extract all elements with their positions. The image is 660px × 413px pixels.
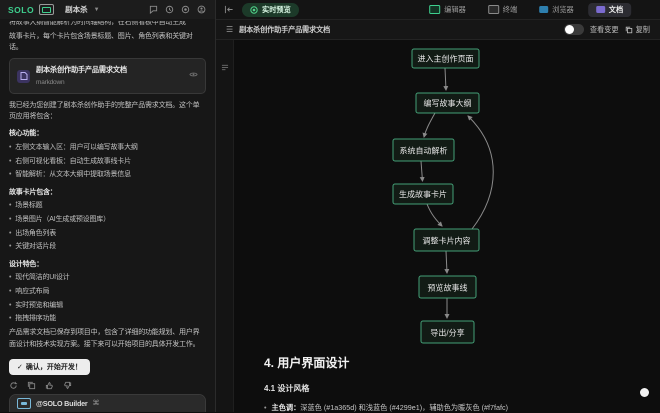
flow-node: 编写故事大纲 (416, 93, 479, 113)
markdown-file-icon (17, 70, 30, 83)
copy-doc-icon (625, 26, 633, 34)
document-body[interactable]: 进入主创作页面 编写故事大纲 系统自动解析 生成故事卡片 (216, 40, 660, 412)
live-preview-pill[interactable]: 实时预览 (242, 3, 299, 17)
flow-node: 导出/分享 (421, 321, 474, 343)
right-topbar: 实时预览 编辑器 终端 浏览器 文档 (216, 0, 660, 19)
tab-editor[interactable]: 编辑器 (421, 3, 474, 17)
project-name[interactable]: 剧本杀 (65, 4, 88, 15)
chevron-down-icon[interactable]: ▼ (94, 7, 100, 13)
list-item: 拖拽排序功能 (9, 313, 206, 324)
thumbs-up-icon[interactable] (45, 381, 54, 390)
flow-node-label: 生成故事卡片 (399, 189, 447, 199)
doc-heading: 4. 用户界面设计 (264, 354, 640, 371)
live-dot-icon (250, 6, 258, 14)
section-heading-design: 设计特色： (9, 259, 206, 270)
terminal-icon (488, 5, 499, 14)
outline-menu-icon[interactable]: ☰ (226, 25, 233, 34)
assistant-closing: 产品需求文档已保存到项目中，包含了详细的功能规划、用户界面设计和技术实现方案。接… (9, 327, 206, 349)
flow-node: 系统自动解析 (393, 139, 454, 161)
app-window: SOLO 剧本杀 ▼ 将故事大纲智能解析为时间轴结构，在右侧看板中自动生成 故事… (0, 0, 660, 412)
confirm-button-label: 确认，开始开发！ (26, 362, 82, 372)
document-title: 剧本杀创作助手产品需求文档 (239, 25, 330, 35)
tab-terminal[interactable]: 终端 (480, 3, 525, 17)
preview-panel: 实时预览 编辑器 终端 浏览器 文档 (216, 0, 660, 412)
doc-subheading: 4.1 设计风格 (264, 383, 640, 394)
feedback-row (9, 381, 206, 390)
collapse-panel-icon[interactable] (224, 1, 234, 19)
left-topbar: SOLO 剧本杀 ▼ (0, 0, 215, 19)
settings-icon[interactable] (180, 4, 191, 15)
scroll-dot-button[interactable] (640, 388, 649, 397)
command-icon: ⌘ (93, 398, 100, 409)
live-preview-label: 实时预览 (262, 5, 291, 15)
builder-label: @SOLO Builder (36, 398, 88, 410)
confirm-start-button[interactable]: ✓ 确认，开始开发！ (9, 359, 90, 375)
list-item: 场景标题 (9, 200, 206, 211)
flow-node: 进入主创作页面 (412, 49, 479, 68)
browser-icon (539, 6, 548, 13)
changes-toggle[interactable] (564, 24, 584, 35)
flow-node-label: 调整卡片内容 (423, 236, 471, 246)
list-item: 出场角色列表 (9, 228, 206, 239)
chat-input-box[interactable]: @SOLO Builder ⌘ 您正在与 SOLO Builder 聊天 @ #… (9, 394, 206, 412)
editor-icon (429, 5, 440, 14)
new-chat-icon[interactable] (148, 4, 159, 15)
file-card-title: 剧本杀创作助手产品需求文档 (36, 65, 127, 74)
chat-input-header: @SOLO Builder ⌘ (10, 395, 205, 412)
list-item: 左侧文本输入区：用户可以编写故事大纲 (9, 142, 206, 153)
assistant-summary: 我已经为您创建了剧本杀创作助手的完整产品需求文档。这个单页应用将包含： (9, 100, 206, 122)
section-heading-cards: 故事卡片包含： (9, 187, 206, 198)
eye-icon[interactable] (189, 71, 198, 82)
flow-node-label: 预览故事线 (428, 283, 468, 293)
list-item: 现代简洁的UI设计 (9, 272, 206, 283)
chat-messages[interactable]: 将故事大纲智能解析为时间轴结构，在右侧看板中自动生成 故事卡片，每个卡片包含场景… (0, 19, 215, 412)
flow-node-label: 进入主创作页面 (418, 54, 474, 64)
list-item: 智能解析：从文本大纲中提取场景信息 (9, 169, 206, 180)
profile-icon[interactable] (196, 4, 207, 15)
section-heading-core: 核心功能： (9, 128, 206, 139)
flow-node: 调整卡片内容 (414, 229, 479, 251)
builder-icon (17, 398, 31, 409)
list-item: 响应式布局 (9, 286, 206, 297)
copy-icon[interactable] (27, 381, 36, 390)
message-line: 故事卡片，每个卡片包含场景标题、图片、角色列表和关键对话。 (9, 31, 206, 53)
chat-panel: SOLO 剧本杀 ▼ 将故事大纲智能解析为时间轴结构，在右侧看板中自动生成 故事… (0, 0, 216, 412)
doc-bullet-label: 主色调： (272, 403, 301, 412)
view-changes-button[interactable]: 查看变更 (590, 25, 619, 35)
doc-bullet-text: 深蓝色 (#1a365d) 和浅蓝色 (#4299e1)，辅助色为暖灰色 (#f… (300, 403, 508, 412)
flow-node-label: 导出/分享 (430, 328, 464, 338)
file-card-format: markdown (36, 79, 64, 86)
regenerate-icon[interactable] (9, 381, 18, 390)
history-icon[interactable] (164, 4, 175, 15)
list-item: 实时预览和编辑 (9, 300, 206, 311)
clipped-message-line: 将故事大纲智能解析为时间轴结构，在右侧看板中自动生成 (9, 21, 206, 28)
copy-doc-button[interactable]: 复制 (625, 25, 650, 35)
document-content: 进入主创作页面 编写故事大纲 系统自动解析 生成故事卡片 (234, 40, 660, 412)
list-item: 场景图片（AI生成或预设图库） (9, 214, 206, 225)
tab-browser[interactable]: 浏览器 (531, 3, 582, 17)
flow-node-label: 系统自动解析 (400, 146, 448, 156)
document-header: ☰ 剧本杀创作助手产品需求文档 查看变更 复制 (216, 19, 660, 40)
doc-section-ui-design: 4. 用户界面设计 4.1 设计风格 主色调：深蓝色 (#1a365d) 和浅蓝… (264, 354, 640, 413)
list-item: 右侧可视化看板：自动生成故事线卡片 (9, 156, 206, 167)
docs-icon (596, 6, 605, 13)
solo-badge-icon (39, 4, 54, 15)
user-flowchart: 进入主创作页面 编写故事大纲 系统自动解析 生成故事卡片 (331, 42, 631, 354)
tab-docs[interactable]: 文档 (588, 3, 631, 17)
flow-node: 生成故事卡片 (393, 184, 453, 204)
view-tabs: 编辑器 终端 浏览器 文档 (421, 3, 631, 17)
outline-strip (216, 40, 234, 412)
solo-logo: SOLO (8, 5, 34, 15)
document-file-card[interactable]: 剧本杀创作助手产品需求文档 markdown (9, 58, 206, 94)
thumbs-down-icon[interactable] (63, 381, 72, 390)
list-item: 关键对话片段 (9, 241, 206, 252)
flow-node: 预览故事线 (419, 276, 476, 298)
flow-node-label: 编写故事大纲 (424, 98, 472, 108)
outline-list-icon[interactable] (221, 58, 229, 412)
check-icon: ✓ (17, 363, 23, 371)
